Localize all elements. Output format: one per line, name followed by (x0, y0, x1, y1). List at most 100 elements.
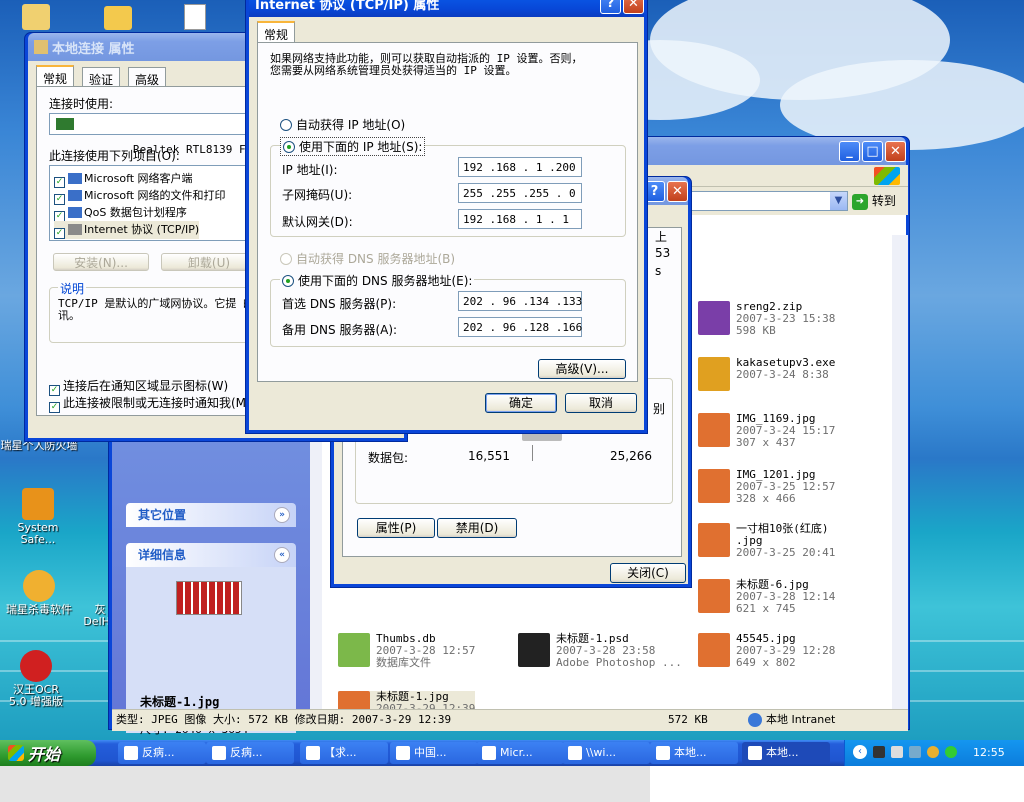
partial-text: 53 (655, 246, 671, 260)
radio-selected-icon[interactable] (283, 141, 295, 153)
file-item[interactable]: Thumbs.db 2007-3-28 12:57 数据库文件 (338, 633, 475, 669)
description-text: TCP/IP 是默认的广域网协议。它提 的通讯。 (58, 297, 265, 322)
tcpip-properties-window: Internet 协议 (TCP/IP) 属性 ? ✕ 常规 如果网络支持此功能… (245, 0, 648, 434)
vertical-scrollbar[interactable] (892, 235, 908, 731)
winrar-icon (698, 301, 730, 335)
folder-icon[interactable] (104, 6, 132, 30)
umbrella-icon[interactable] (945, 746, 957, 758)
go-arrow-icon: ➜ (852, 193, 868, 210)
general-panel: 如果网络支持此功能，则可以获取自动指派的 IP 设置。否则， 您需要从网络系统管… (257, 42, 638, 382)
auto-dns-radio[interactable]: 自动获得 DNS 服务器地址(B) (280, 250, 455, 267)
folder-icon[interactable] (22, 4, 50, 30)
help-button[interactable]: ? (600, 0, 621, 14)
lion-icon (23, 570, 55, 602)
list-item[interactable]: ✓ Microsoft 网络的文件和打印 (54, 187, 226, 205)
tab-general[interactable]: 常规 (257, 21, 296, 43)
document-icon[interactable] (184, 4, 206, 30)
file-item[interactable]: 未标题-1.psd 2007-3-28 23:58 Adobe Photoshop … (518, 633, 682, 669)
windows-logo-icon (874, 167, 900, 185)
desktop-icon-hanwang-ocr[interactable]: 汉王OCR 5.0 增强版 (4, 650, 68, 708)
window-title: Internet 协议 (TCP/IP) 属性 (255, 0, 440, 13)
minimize-button[interactable]: _ (839, 140, 860, 162)
white-strip (650, 766, 1024, 802)
file-detail: 621 x 745 (736, 602, 796, 615)
file-item[interactable]: 45545.jpg 2007-3-29 12:28 649 x 802 (698, 633, 835, 669)
taskbar-button[interactable]: 本地... (742, 742, 830, 764)
taskbar-button[interactable]: 中国... (390, 742, 478, 764)
network-icon (34, 40, 48, 54)
close-button[interactable]: ✕ (623, 0, 644, 14)
radio-icon[interactable] (280, 119, 292, 131)
file-item[interactable]: sreng2.zip 2007-3-23 15:38 598 KB (698, 301, 835, 337)
desktop-icon-rising-antivirus[interactable]: 瑞星杀毒软件 (0, 570, 78, 616)
windows-logo-icon (8, 745, 24, 761)
details-header[interactable]: 详细信息 « (126, 543, 296, 567)
uninstall-button[interactable]: 卸载(U) (161, 253, 257, 271)
taskbar-button[interactable]: 反病... (206, 742, 294, 764)
chevron-up-icon[interactable]: « (274, 547, 290, 563)
list-item[interactable]: ✓ QoS 数据包计划程序 (54, 204, 187, 222)
list-item[interactable]: ✓ Microsoft 网络客户端 (54, 170, 193, 188)
properties-button[interactable]: 属性(P) (357, 518, 435, 538)
maximize-button[interactable]: □ (862, 140, 883, 162)
divider (532, 445, 533, 461)
ok-button[interactable]: 确定 (485, 393, 557, 413)
checkbox-checked-icon[interactable]: ✓ (49, 402, 60, 413)
tab-general[interactable]: 常规 (36, 65, 75, 87)
packets-label: 数据包: (368, 451, 409, 465)
file-item[interactable]: IMG_1169.jpg 2007-3-24 15:17 307 x 437 (698, 413, 835, 449)
image-icon (698, 633, 730, 667)
use-ip-radio[interactable]: 使用下面的 IP 地址(S): (280, 137, 426, 156)
packets-received: 25,266 (610, 449, 652, 463)
shield-icon[interactable] (873, 746, 885, 758)
go-button[interactable]: ➜ 转到 (852, 191, 906, 211)
partial-text: 上 (655, 230, 668, 244)
checkbox-checked-icon[interactable]: ✓ (54, 228, 65, 239)
keyboard-icon[interactable] (891, 746, 903, 758)
taskbar-button[interactable]: 反病... (118, 742, 206, 764)
advanced-button[interactable]: 高级(V)... (538, 359, 626, 379)
disable-button[interactable]: 禁用(D) (437, 518, 517, 538)
start-button[interactable]: 开始 (0, 740, 96, 766)
auto-ip-radio[interactable]: 自动获得 IP 地址(O) (280, 116, 405, 133)
subnet-mask-input[interactable]: 255 .255 .255 . 0 (458, 183, 582, 203)
cancel-button[interactable]: 取消 (565, 393, 637, 413)
file-item[interactable]: 未标题-6.jpg 2007-3-28 12:14 621 x 745 (698, 579, 835, 615)
app-icon (396, 746, 410, 760)
desktop-icon-system-safe[interactable]: System Safe... (6, 488, 70, 546)
list-item[interactable]: ✓ Internet 协议 (TCP/IP) (54, 221, 200, 239)
taskbar-button[interactable]: \\wi... (562, 742, 650, 764)
ip-address-input[interactable]: 192 .168 . 1 .200 (458, 157, 582, 177)
file-item[interactable]: IMG_1201.jpg 2007-3-25 12:57 328 x 466 (698, 469, 835, 505)
lion-icon (698, 357, 730, 391)
preferred-dns-input[interactable]: 202 . 96 .134 .133 (458, 291, 582, 311)
limited-checkbox-row[interactable]: ✓ 此连接被限制或无连接时通知我(M) (49, 394, 251, 413)
radio-icon[interactable] (280, 253, 292, 265)
tab-advanced[interactable]: 高级 (128, 67, 167, 87)
file-detail: 数据库文件 (376, 656, 431, 669)
file-item[interactable]: kakasetupv3.exe 2007-3-24 8:38 (698, 357, 835, 391)
taskbar-button[interactable]: 本地... (650, 742, 738, 764)
status-zone: 本地 Intranet (766, 713, 836, 726)
chevron-down-icon[interactable]: » (274, 507, 290, 523)
antivirus-tray-icon[interactable] (927, 746, 939, 758)
taskbar-button[interactable]: 【求... (300, 742, 388, 764)
tab-auth[interactable]: 验证 (82, 67, 121, 87)
chevron-down-icon[interactable]: ▼ (830, 192, 847, 210)
alternate-dns-input[interactable]: 202 . 96 .128 .166 (458, 317, 582, 337)
close-button[interactable]: ✕ (667, 180, 688, 202)
other-places-header[interactable]: 其它位置 » (126, 503, 296, 527)
close-button[interactable]: ✕ (885, 140, 906, 162)
chevron-left-icon[interactable]: ‹ (853, 745, 867, 759)
partial-text: s (655, 264, 662, 278)
app-icon (212, 746, 226, 760)
taskbar-button[interactable]: Micr... (476, 742, 564, 764)
use-dns-radio[interactable]: 使用下面的 DNS 服务器地址(E): (280, 272, 475, 289)
file-item[interactable]: 一寸相10张(红底) .jpg 2007-3-25 20:41 (698, 523, 835, 559)
close-dialog-button[interactable]: 关闭(C) (610, 563, 686, 583)
install-button[interactable]: 安装(N)... (53, 253, 149, 271)
radio-selected-icon[interactable] (282, 275, 294, 287)
app-icon (306, 746, 320, 760)
network-tray-icon[interactable] (909, 746, 921, 758)
gateway-input[interactable]: 192 .168 . 1 . 1 (458, 209, 582, 229)
